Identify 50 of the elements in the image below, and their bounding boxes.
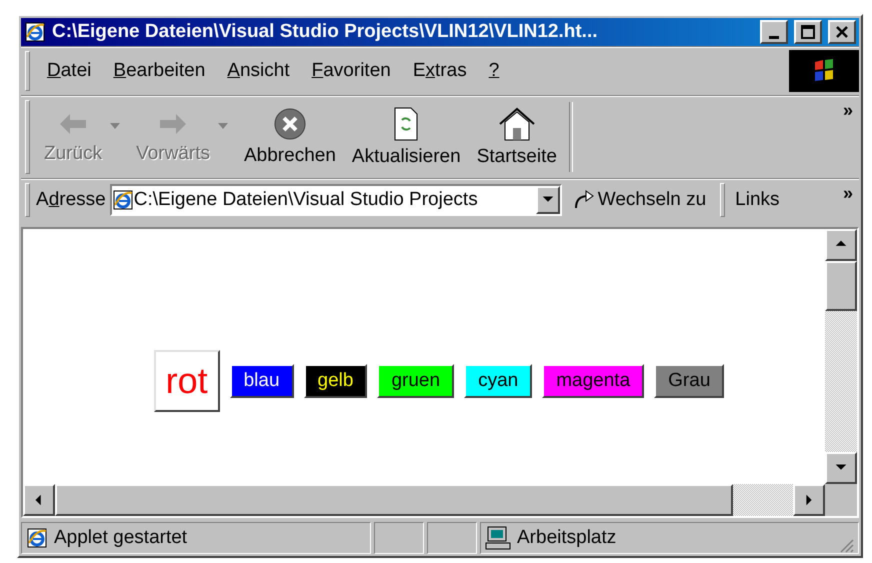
address-field[interactable]: C:\Eigene Dateien\Visual Studio Projects: [110, 184, 562, 216]
computer-icon: [485, 526, 511, 550]
status-pane: [374, 522, 424, 554]
more-button[interactable]: »: [836, 96, 859, 125]
vertical-scrollbar[interactable]: [825, 229, 857, 484]
menu-item[interactable]: Datei: [36, 60, 102, 82]
horizontal-scrollbar[interactable]: [23, 484, 825, 516]
scroll-thumb[interactable]: [55, 484, 733, 516]
close-button[interactable]: [828, 20, 856, 44]
browser-icon: [26, 527, 48, 549]
close-icon: [835, 25, 849, 39]
links-button[interactable]: Links: [731, 189, 784, 211]
status-pane: [427, 522, 477, 554]
maximize-button[interactable]: [794, 20, 822, 44]
menu-item[interactable]: Favoriten: [300, 60, 402, 82]
color-button[interactable]: cyan: [464, 364, 532, 398]
minimize-button[interactable]: [760, 20, 788, 44]
color-button[interactable]: magenta: [542, 364, 644, 398]
minimize-icon: [769, 36, 779, 38]
color-button[interactable]: rot: [154, 350, 220, 412]
address-label: Adresse: [36, 189, 106, 211]
browser-icon: [112, 189, 134, 211]
toolbar-button[interactable]: Aktualisieren: [344, 106, 469, 168]
home-icon: [498, 106, 536, 142]
scroll-up-button[interactable]: [825, 229, 857, 261]
maximize-icon: [801, 25, 815, 39]
dropdown-button[interactable]: [536, 186, 560, 214]
scroll-right-button[interactable]: [793, 484, 825, 516]
address-value: C:\Eigene Dateien\Visual Studio Projects: [134, 189, 479, 211]
menu-item[interactable]: Bearbeiten: [102, 60, 216, 82]
color-button[interactable]: gelb: [304, 364, 368, 398]
menu-item[interactable]: Extras: [402, 60, 478, 82]
scroll-thumb[interactable]: [825, 261, 857, 311]
toolbar-button[interactable]: Abbrechen: [236, 107, 344, 167]
menu-item[interactable]: ?: [478, 60, 510, 82]
color-button[interactable]: gruen: [377, 364, 454, 398]
scroll-left-button[interactable]: [23, 484, 55, 516]
status-message: Applet gestartet: [54, 527, 188, 549]
windows-logo: [789, 50, 859, 92]
go-button[interactable]: Wechseln zu: [562, 188, 716, 212]
zone-label: Arbeitsplatz: [517, 527, 616, 549]
browser-icon: [24, 21, 46, 43]
more-button[interactable]: »: [836, 179, 859, 208]
color-button[interactable]: blau: [230, 364, 294, 398]
window-title: C:\Eigene Dateien\Visual Studio Projects\VLIN12\VLIN12.ht...: [52, 21, 599, 43]
close-icon: [272, 107, 307, 141]
scroll-down-button[interactable]: [825, 452, 857, 484]
color-button[interactable]: Grau: [654, 364, 724, 398]
menu-item[interactable]: Ansicht: [216, 60, 301, 82]
toolbar-button[interactable]: Startseite: [468, 106, 565, 168]
